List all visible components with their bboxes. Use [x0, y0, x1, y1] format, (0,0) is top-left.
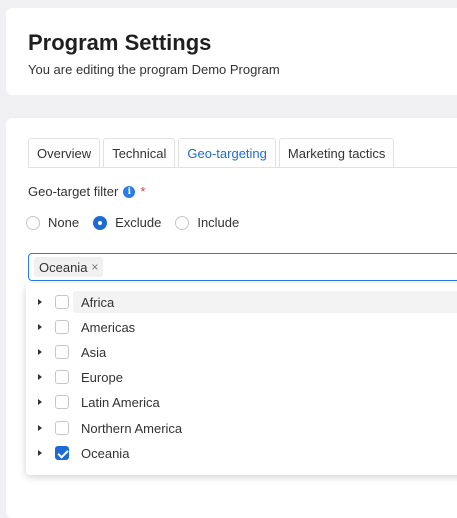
page-title: Program Settings [28, 30, 212, 55]
caret-right-icon[interactable] [38, 324, 42, 330]
tree-item-latin-america[interactable]: Latin America [26, 391, 457, 413]
checkbox-europe[interactable] [55, 370, 69, 384]
tree-item-americas[interactable]: Americas [26, 316, 457, 338]
tree-item-label: Asia [81, 344, 107, 360]
close-icon[interactable]: × [91, 260, 98, 274]
tree-item-northern-america[interactable]: Northern America [26, 417, 457, 439]
caret-right-icon[interactable] [38, 450, 42, 456]
required-mark: * [140, 184, 146, 199]
tree-item-africa[interactable]: Africa [26, 291, 457, 313]
radio-include-label: Include [197, 215, 240, 230]
selected-tag: Oceania × [34, 257, 104, 277]
radio-option-exclude[interactable]: Exclude [93, 215, 161, 230]
geo-filter-radio-group: None Exclude Include [26, 215, 253, 230]
caret-right-icon[interactable] [38, 425, 42, 431]
tree-item-label: Africa [81, 294, 115, 310]
tab-overview[interactable]: Overview [28, 138, 101, 168]
caret-right-icon[interactable] [38, 299, 42, 305]
geo-filter-label-text: Geo-target filter [28, 184, 119, 199]
tree-item-label: Europe [81, 369, 123, 385]
selected-tag-label: Oceania [39, 259, 88, 275]
checkbox-africa[interactable] [55, 295, 69, 309]
info-icon[interactable]: i [123, 185, 136, 198]
header-card: Program Settings You are editing the pro… [6, 8, 457, 95]
hover-highlight [73, 291, 457, 313]
region-multiselect[interactable]: Oceania × [28, 253, 457, 281]
radio-exclude-label: Exclude [115, 215, 162, 230]
tree-item-label: Latin America [81, 394, 160, 410]
tab-bar: Overview Technical Geo-targeting Marketi… [28, 138, 397, 168]
radio-option-include[interactable]: Include [175, 215, 239, 230]
tab-marketing-tactics[interactable]: Marketing tactics [278, 138, 395, 168]
checkbox-northern-america[interactable] [55, 421, 69, 435]
geo-filter-label: Geo-target filter i * [28, 184, 145, 199]
radio-include[interactable] [175, 215, 190, 230]
tree-item-europe[interactable]: Europe [26, 366, 457, 388]
tree-item-label: Northern America [81, 420, 183, 436]
region-dropdown: Africa Americas Asia Europe Latin Americ… [26, 283, 457, 475]
radio-option-none[interactable]: None [26, 215, 79, 230]
radio-exclude[interactable] [93, 215, 108, 230]
page-subtitle: You are editing the program Demo Program [28, 62, 280, 77]
checkbox-latin-america[interactable] [55, 395, 69, 409]
tab-geo-targeting[interactable]: Geo-targeting [178, 138, 276, 168]
checkbox-asia[interactable] [55, 345, 69, 359]
caret-right-icon[interactable] [38, 399, 42, 405]
tree-item-label: Oceania [81, 445, 130, 461]
tree-item-asia[interactable]: Asia [26, 341, 457, 363]
tree-item-oceania[interactable]: Oceania [26, 442, 457, 464]
caret-right-icon[interactable] [38, 349, 42, 355]
tree-item-label: Americas [81, 319, 136, 335]
checkbox-americas[interactable] [55, 320, 69, 334]
radio-none-label: None [48, 215, 80, 230]
checkbox-oceania[interactable] [55, 446, 69, 460]
caret-right-icon[interactable] [38, 374, 42, 380]
tabs-divider [28, 167, 457, 168]
tab-technical[interactable]: Technical [103, 138, 176, 168]
radio-none[interactable] [26, 215, 40, 230]
